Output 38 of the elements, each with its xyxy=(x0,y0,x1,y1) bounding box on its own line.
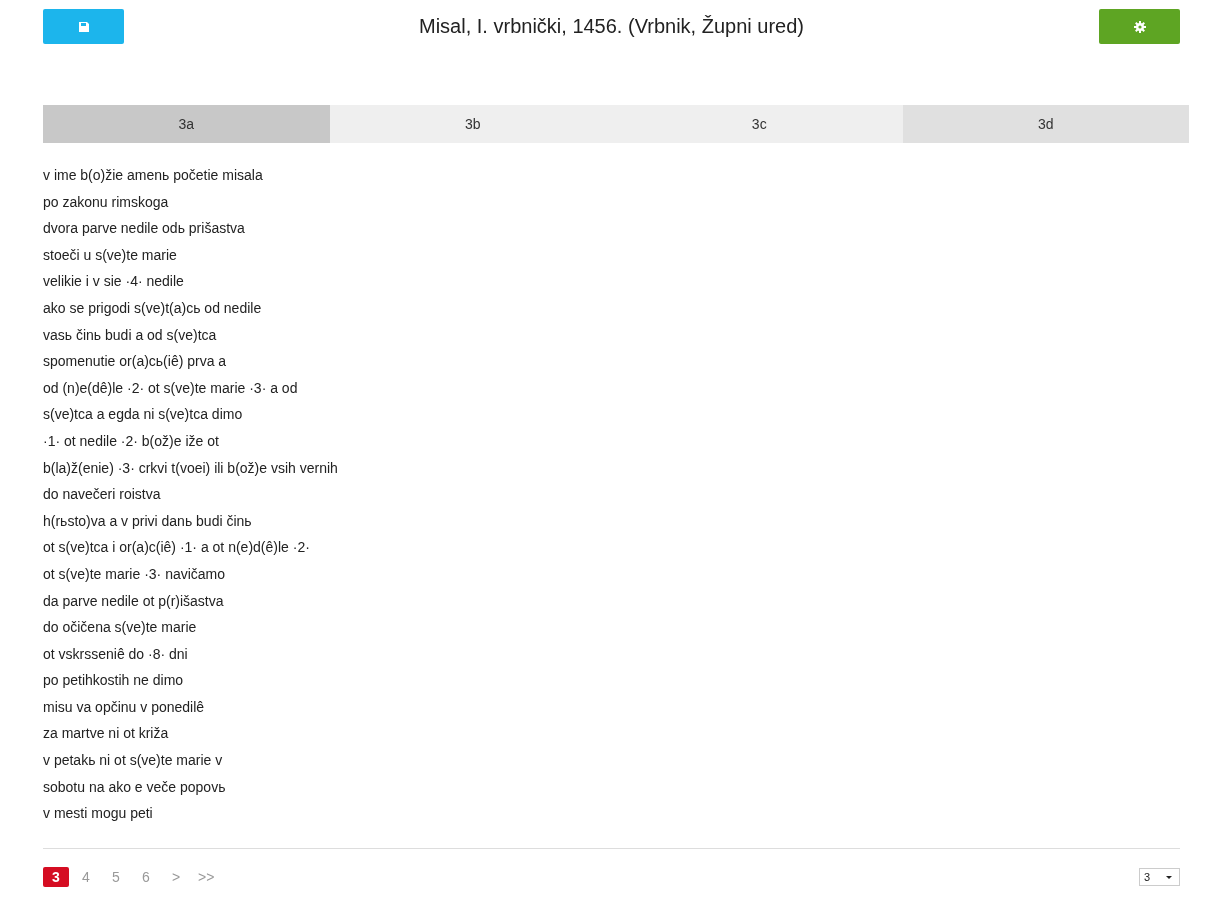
text-line: spomenutie or(a)cь(iê) prva a xyxy=(43,353,228,371)
text-line: v mesti mogu peti xyxy=(43,805,154,823)
text-line: sobotu na ako e veče popovь xyxy=(43,778,227,796)
page-link[interactable]: >> xyxy=(193,867,220,888)
text-line: h(rьsto)va a v privi danь budi činь xyxy=(43,512,253,530)
text-line: ot vskrsseniê do ·8· dni xyxy=(43,645,189,663)
text-line: stoeči u s(ve)te marie xyxy=(43,246,178,264)
tab[interactable]: 3a xyxy=(43,105,330,143)
tab[interactable]: 3b xyxy=(329,105,616,143)
text-line: v petakь ni ot s(ve)te marie v xyxy=(43,752,224,770)
text-line: ot s(ve)te marie ·3· navičamo xyxy=(43,565,227,583)
tab[interactable]: 3c xyxy=(616,105,903,143)
settings-button[interactable] xyxy=(1099,9,1180,44)
text-line: do očičena s(ve)te marie xyxy=(43,619,198,637)
page-link[interactable]: > xyxy=(163,867,189,888)
text-line: b(la)ž(enie) ·3· crkvi t(voei) ili b(ož)e vsih vernih xyxy=(43,459,339,477)
page-link[interactable]: 4 xyxy=(73,867,99,888)
text-line: od (n)e(dê)le ·2· ot s(ve)te marie ·3· a od xyxy=(43,379,299,397)
text-line: misu va opčinu v ponedilê xyxy=(43,698,206,716)
text-line: s(ve)tca a egda ni s(ve)tca dimo xyxy=(43,406,244,424)
text-line: za martve ni ot križa xyxy=(43,725,170,743)
text-line: dvora parve nedile odь prišastva xyxy=(43,220,246,238)
text-line: po petihkostih ne dimo xyxy=(43,672,185,690)
text-line: po zakonu rimskoga xyxy=(43,193,170,211)
text-line: vasь činь budi a od s(ve)tca xyxy=(43,326,218,344)
text-line: da parve nedile ot p(r)išastva xyxy=(43,592,225,610)
text-line: ·1· ot nedile ·2· b(ož)e iže ot xyxy=(43,432,220,450)
page-link[interactable]: 5 xyxy=(103,867,129,888)
document-title: Misal, I. vrbnički, 1456. (Vrbnik, Župni ured) xyxy=(419,15,804,38)
page-link[interactable]: 6 xyxy=(133,867,159,888)
text-line: velikie i v sie ·4· nedile xyxy=(43,273,185,291)
text-line: v ime b(o)žie amenь početie misala xyxy=(43,167,264,184)
text-line: ako se prigodi s(ve)t(a)cь od nedile xyxy=(43,299,263,317)
text-line: do navečeri roistva xyxy=(43,486,162,504)
save-button[interactable] xyxy=(43,9,124,44)
tab[interactable]: 3d xyxy=(902,105,1189,143)
text-line: ot s(ve)tca i or(a)c(iê) ·1· a ot n(e)d(ê)le ·2· xyxy=(43,539,311,557)
settings-icon xyxy=(1133,20,1146,33)
